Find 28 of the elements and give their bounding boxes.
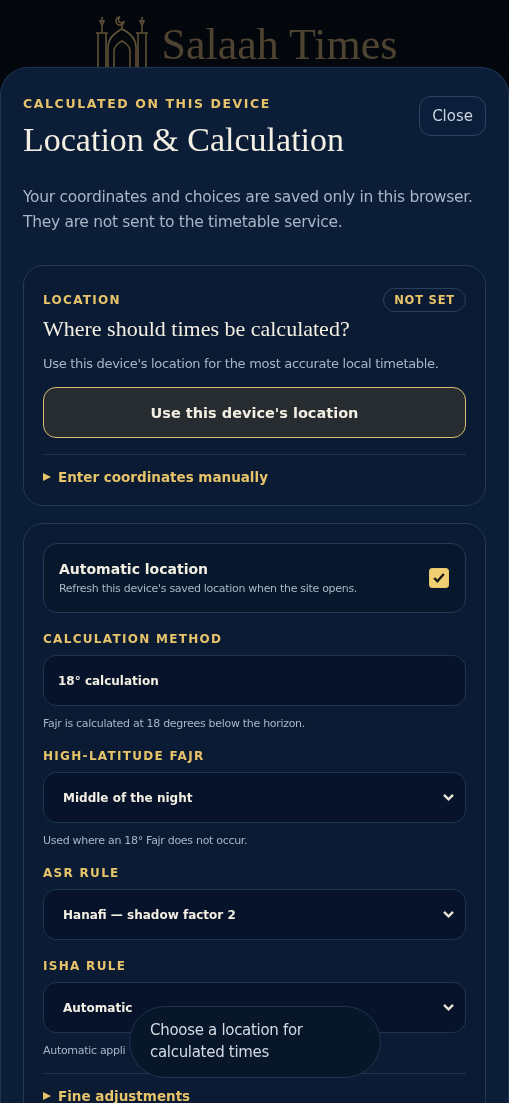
chevron-down-icon (442, 910, 455, 919)
caret-icon (43, 1092, 51, 1100)
location-text: Use this device's location for the most accurate local timetable. (43, 356, 440, 371)
field-label: CALCULATION METHOD (43, 632, 224, 646)
field-hint: Fajr is calculated at 18 degrees below the horizon. (43, 717, 305, 730)
caret-icon (43, 473, 51, 481)
location-question: Where should times be calculated? (43, 316, 351, 342)
field-label: ISHA RULE (43, 959, 128, 973)
select-field[interactable]: Middle of the night (43, 772, 466, 823)
automatic-location-text: Refresh this device's saved location when the site opens. (59, 582, 358, 595)
chevron-down-icon (442, 1003, 455, 1012)
close-button[interactable]: Close (419, 96, 486, 136)
select-field[interactable]: Hanafi — shadow factor 2 (43, 889, 466, 940)
coordinates-disclosure[interactable]: Enter coordinates manually (43, 469, 268, 485)
sheet-title: Location & Calculation (23, 121, 345, 159)
sheet-eyebrow: CALCULATED ON THIS DEVICE (23, 96, 272, 111)
field-hint: Used where an 18° Fajr does not occur. (43, 834, 248, 847)
method-field[interactable]: 18° calculation (43, 655, 466, 706)
field-label: ASR RULE (43, 866, 121, 880)
field-hint: Automatic appli (43, 1044, 126, 1057)
use-location-button[interactable]: Use this device's location (43, 387, 466, 438)
location-eyebrow: LOCATION (43, 293, 121, 307)
field-label: HIGH-LATITUDE FAJR (43, 749, 206, 763)
app-title: Salaah Times (161, 23, 398, 67)
checkbox[interactable] (429, 568, 449, 588)
chevron-down-icon (442, 793, 455, 802)
automatic-location-title: Automatic location (59, 561, 210, 577)
intro-text: Your coordinates and choices are saved only in this browser. They are not sent to the timetable service. (23, 187, 474, 233)
